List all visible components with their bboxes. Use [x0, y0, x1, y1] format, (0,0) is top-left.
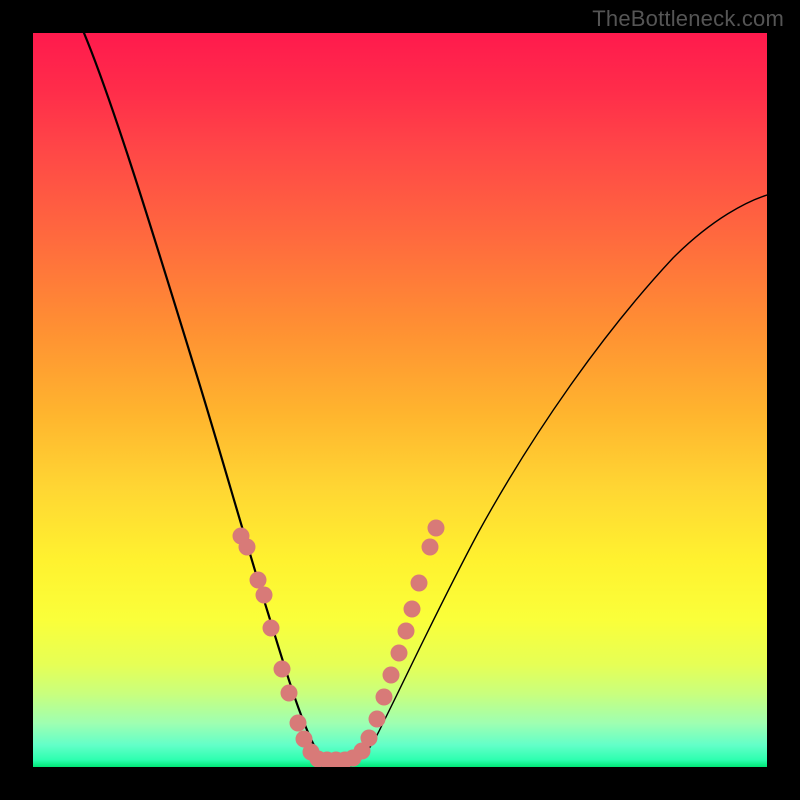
bottleneck-curve-left: [84, 33, 339, 766]
watermark-text: TheBottleneck.com: [592, 6, 784, 32]
frame-border: TheBottleneck.com: [0, 0, 800, 800]
plot-area: [33, 33, 767, 767]
bottleneck-curve-right: [349, 195, 767, 766]
curve-overlay: [33, 33, 767, 767]
highlight-dots-right: [345, 520, 445, 767]
highlight-dots-left: [233, 528, 354, 768]
